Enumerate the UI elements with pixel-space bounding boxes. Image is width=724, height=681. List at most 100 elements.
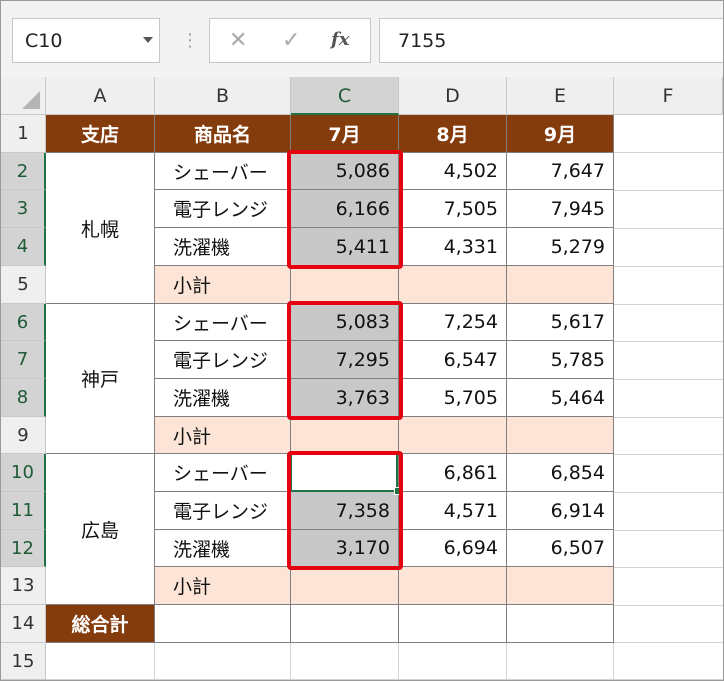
- gridline: [614, 341, 723, 342]
- row-header-15[interactable]: 15: [1, 643, 46, 680]
- row-header-6[interactable]: 6: [1, 304, 46, 341]
- august-value-cell[interactable]: 4,571: [399, 492, 507, 530]
- header-september[interactable]: 9月: [507, 115, 614, 153]
- cell-f1[interactable]: [614, 115, 723, 153]
- row-header-11[interactable]: 11: [1, 492, 46, 530]
- row-header-10[interactable]: 10: [1, 454, 46, 492]
- row-header-12[interactable]: 12: [1, 530, 46, 567]
- subtotal-july-cell[interactable]: [291, 567, 399, 605]
- header-branch[interactable]: 支店: [46, 115, 155, 153]
- gridline: [290, 643, 291, 680]
- grand-total-product-cell[interactable]: [155, 605, 291, 643]
- column-header-f[interactable]: F: [614, 77, 723, 115]
- product-cell[interactable]: シェーバー: [155, 304, 291, 341]
- grand-total-august-cell[interactable]: [399, 605, 507, 643]
- august-value-cell[interactable]: 7,505: [399, 190, 507, 228]
- formula-bar-buttons: ✕ ✓ fx: [209, 18, 371, 63]
- row-header-5[interactable]: 5: [1, 266, 46, 304]
- subtotal-september-cell[interactable]: [507, 417, 614, 454]
- august-value-cell[interactable]: 4,331: [399, 228, 507, 266]
- column-header-b[interactable]: B: [155, 77, 291, 115]
- row-header-14[interactable]: 14: [1, 605, 46, 643]
- row-header-4[interactable]: 4: [1, 228, 46, 266]
- gridline: [614, 642, 723, 643]
- gridline: [154, 643, 155, 680]
- gridline: [614, 266, 723, 267]
- name-box-dropdown-icon[interactable]: [143, 37, 153, 43]
- gridline: [614, 228, 723, 229]
- product-cell[interactable]: 電子レンジ: [155, 341, 291, 379]
- branch-sapporo[interactable]: 札幌: [46, 153, 155, 304]
- subtotal-august-cell[interactable]: [399, 417, 507, 454]
- select-all-button[interactable]: [1, 77, 46, 115]
- subtotal-august-cell[interactable]: [399, 567, 507, 605]
- name-box[interactable]: C10: [12, 18, 160, 63]
- gridline: [614, 605, 723, 606]
- product-cell[interactable]: 洗濯機: [155, 228, 291, 266]
- august-value-cell[interactable]: 4,502: [399, 153, 507, 190]
- grand-total-september-cell[interactable]: [507, 605, 614, 643]
- formula-input[interactable]: 7155: [379, 18, 723, 63]
- subtotal-label[interactable]: 小計: [155, 417, 291, 454]
- grand-total-label[interactable]: 総合計: [46, 605, 155, 643]
- product-cell[interactable]: 洗濯機: [155, 379, 291, 417]
- header-august[interactable]: 8月: [399, 115, 507, 153]
- highlight-box-sapporo-july: [287, 150, 403, 269]
- product-cell[interactable]: 洗濯機: [155, 530, 291, 567]
- august-value-cell[interactable]: 7,254: [399, 304, 507, 341]
- name-box-value: C10: [25, 30, 63, 52]
- september-value-cell[interactable]: 7,647: [507, 153, 614, 190]
- august-value-cell[interactable]: 5,705: [399, 379, 507, 417]
- september-value-cell[interactable]: 5,464: [507, 379, 614, 417]
- column-header-d[interactable]: D: [399, 77, 507, 115]
- subtotal-august-cell[interactable]: [399, 266, 507, 304]
- product-cell[interactable]: 電子レンジ: [155, 492, 291, 530]
- gridline: [398, 643, 399, 680]
- column-header-c[interactable]: C: [291, 77, 399, 115]
- gridline: [614, 492, 723, 493]
- row-header-9[interactable]: 9: [1, 417, 46, 454]
- row-header-8[interactable]: 8: [1, 379, 46, 417]
- row-header-1[interactable]: 1: [1, 115, 46, 153]
- insert-function-icon[interactable]: fx: [331, 29, 349, 50]
- formula-bar-grip-icon: ⋮: [181, 30, 199, 51]
- row-header-13[interactable]: 13: [1, 567, 46, 605]
- august-value-cell[interactable]: 6,861: [399, 454, 507, 492]
- product-cell[interactable]: 電子レンジ: [155, 190, 291, 228]
- gridline: [46, 679, 723, 680]
- subtotal-july-cell[interactable]: [291, 266, 399, 304]
- enter-check-icon[interactable]: ✓: [282, 28, 300, 53]
- cancel-icon[interactable]: ✕: [229, 28, 247, 53]
- grand-total-july-cell[interactable]: [291, 605, 399, 643]
- subtotal-september-cell[interactable]: [507, 567, 614, 605]
- product-cell[interactable]: シェーバー: [155, 153, 291, 190]
- branch-hiroshima[interactable]: 広島: [46, 454, 155, 605]
- september-value-cell[interactable]: 6,914: [507, 492, 614, 530]
- header-product[interactable]: 商品名: [155, 115, 291, 153]
- formula-input-value: 7155: [398, 30, 447, 52]
- spreadsheet-window: C10 ⋮ ✕ ✓ fx 7155 A B C D E F 1 2 3 4 5 …: [0, 0, 724, 681]
- september-value-cell[interactable]: 5,785: [507, 341, 614, 379]
- september-value-cell[interactable]: 5,617: [507, 304, 614, 341]
- row-header-3[interactable]: 3: [1, 190, 46, 228]
- branch-kobe[interactable]: 神戸: [46, 304, 155, 454]
- product-cell[interactable]: シェーバー: [155, 454, 291, 492]
- september-value-cell[interactable]: 5,279: [507, 228, 614, 266]
- worksheet-grid: A B C D E F 1 2 3 4 5 6 7 8 9 10 11 12 1…: [1, 77, 723, 680]
- column-header-e[interactable]: E: [507, 77, 614, 115]
- header-july[interactable]: 7月: [291, 115, 399, 153]
- subtotal-july-cell[interactable]: [291, 417, 399, 454]
- row-header-2[interactable]: 2: [1, 153, 46, 190]
- column-header-a[interactable]: A: [46, 77, 155, 115]
- row-header-7[interactable]: 7: [1, 341, 46, 379]
- august-value-cell[interactable]: 6,694: [399, 530, 507, 567]
- august-value-cell[interactable]: 6,547: [399, 341, 507, 379]
- subtotal-label[interactable]: 小計: [155, 567, 291, 605]
- september-value-cell[interactable]: 7,945: [507, 190, 614, 228]
- subtotal-september-cell[interactable]: [507, 266, 614, 304]
- gridline: [614, 304, 723, 305]
- september-value-cell[interactable]: 6,507: [507, 530, 614, 567]
- highlight-box-kobe-july: [287, 301, 403, 420]
- september-value-cell[interactable]: 6,854: [507, 454, 614, 492]
- subtotal-label[interactable]: 小計: [155, 266, 291, 304]
